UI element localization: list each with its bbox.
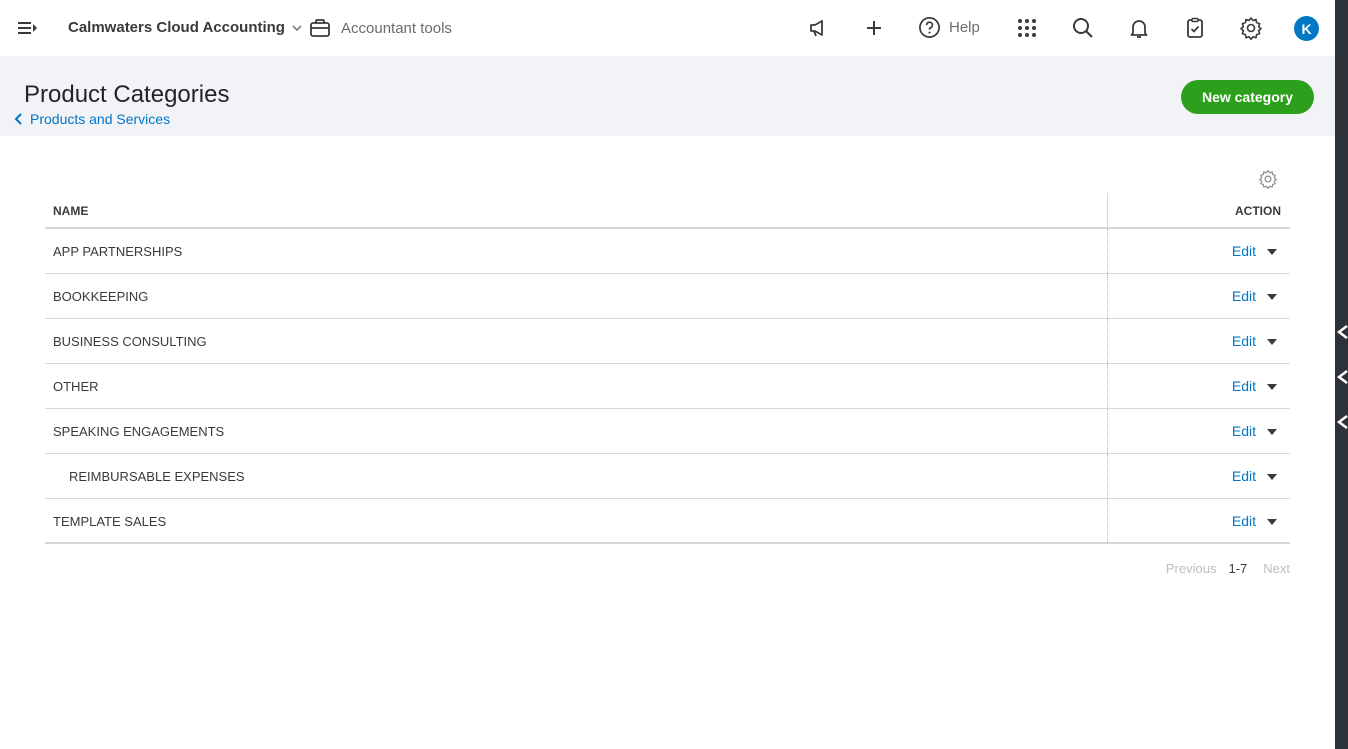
edit-link[interactable]: Edit (1232, 288, 1256, 304)
column-divider (1107, 319, 1108, 363)
edit-link[interactable]: Edit (1232, 333, 1256, 349)
breadcrumb-back-link[interactable]: Products and Services (14, 111, 170, 127)
page-title: Product Categories (24, 81, 230, 108)
caret-down-icon[interactable] (1266, 518, 1278, 526)
column-header-action: ACTION (1235, 204, 1281, 218)
edit-link[interactable]: Edit (1232, 378, 1256, 394)
column-divider (1107, 193, 1108, 229)
category-name: TEMPLATE SALES (53, 514, 167, 529)
category-name: BOOKKEEPING (53, 289, 149, 304)
categories-table: NAME ACTION APP PARTNERSHIPS Edit BOOKKE… (45, 193, 1290, 544)
pagination: Previous 1-7 Next (1166, 561, 1290, 576)
expand-arrow-icon[interactable] (1337, 370, 1348, 384)
briefcase-icon (310, 19, 330, 37)
caret-down-icon[interactable] (1266, 383, 1278, 391)
column-divider (1107, 274, 1108, 318)
plus-icon[interactable] (862, 16, 886, 40)
pagination-previous[interactable]: Previous (1166, 561, 1217, 576)
category-name: SPEAKING ENGAGEMENTS (53, 424, 225, 439)
table-row: APP PARTNERSHIPS Edit (45, 229, 1290, 274)
clipboard-check-icon[interactable] (1183, 16, 1207, 40)
pagination-range: 1-7 (1228, 561, 1248, 576)
table-row: OTHER Edit (45, 364, 1290, 409)
column-divider (1107, 364, 1108, 408)
table-row: SPEAKING ENGAGEMENTS Edit (45, 409, 1290, 454)
column-divider (1107, 229, 1108, 273)
edit-link[interactable]: Edit (1232, 468, 1256, 484)
breadcrumb-label: Products and Services (30, 111, 171, 127)
company-name: Calmwaters Cloud Accounting (68, 19, 285, 36)
column-divider (1107, 499, 1108, 542)
accountant-tools-label: Accountant tools (341, 19, 452, 37)
search-icon[interactable] (1071, 16, 1095, 40)
help-label: Help (949, 19, 980, 36)
pagination-next[interactable]: Next (1263, 561, 1290, 576)
table-row-subcategory: REIMBURSABLE EXPENSES Edit (45, 454, 1290, 499)
top-navigation-bar: Calmwaters Cloud Accounting Accountant t… (0, 0, 1335, 56)
edit-link[interactable]: Edit (1232, 243, 1256, 259)
category-name: APP PARTNERSHIPS (53, 244, 183, 259)
new-category-button[interactable]: New category (1181, 80, 1314, 114)
expand-arrow-icon[interactable] (1337, 415, 1348, 429)
table-header-row: NAME ACTION (45, 193, 1290, 229)
accountant-tools-button[interactable]: Accountant tools (309, 17, 452, 39)
caret-down-icon[interactable] (1266, 473, 1278, 481)
column-divider (1107, 409, 1108, 453)
help-button[interactable]: Help (918, 16, 980, 39)
table-row: BUSINESS CONSULTING Edit (45, 319, 1290, 364)
category-name: OTHER (53, 379, 99, 394)
table-row: TEMPLATE SALES Edit (45, 499, 1290, 544)
column-header-name[interactable]: NAME (53, 204, 88, 218)
edit-link[interactable]: Edit (1232, 423, 1256, 439)
caret-down-icon[interactable] (1266, 338, 1278, 346)
user-avatar[interactable]: K (1294, 16, 1319, 41)
menu-toggle-icon[interactable] (17, 18, 39, 38)
bell-icon[interactable] (1127, 16, 1151, 40)
caret-down-icon[interactable] (1266, 293, 1278, 301)
settings-gear-icon[interactable] (1239, 16, 1263, 40)
caret-down-icon[interactable] (1266, 428, 1278, 436)
chevron-left-icon (14, 113, 22, 125)
edit-link[interactable]: Edit (1232, 513, 1256, 529)
table-settings-gear-icon[interactable] (1258, 169, 1278, 189)
category-name: BUSINESS CONSULTING (53, 334, 207, 349)
company-switcher[interactable]: Calmwaters Cloud Accounting (68, 19, 303, 36)
expand-arrow-icon[interactable] (1337, 325, 1348, 339)
table-row: BOOKKEEPING Edit (45, 274, 1290, 319)
column-divider (1107, 454, 1108, 498)
page-header: Product Categories Products and Services… (0, 56, 1335, 136)
subcategory-name: REIMBURSABLE EXPENSES (69, 469, 245, 484)
chevron-down-icon (292, 24, 302, 31)
apps-grid-icon[interactable] (1015, 16, 1039, 40)
caret-down-icon[interactable] (1266, 248, 1278, 256)
megaphone-icon[interactable] (806, 16, 830, 40)
question-circle-icon (919, 17, 940, 38)
